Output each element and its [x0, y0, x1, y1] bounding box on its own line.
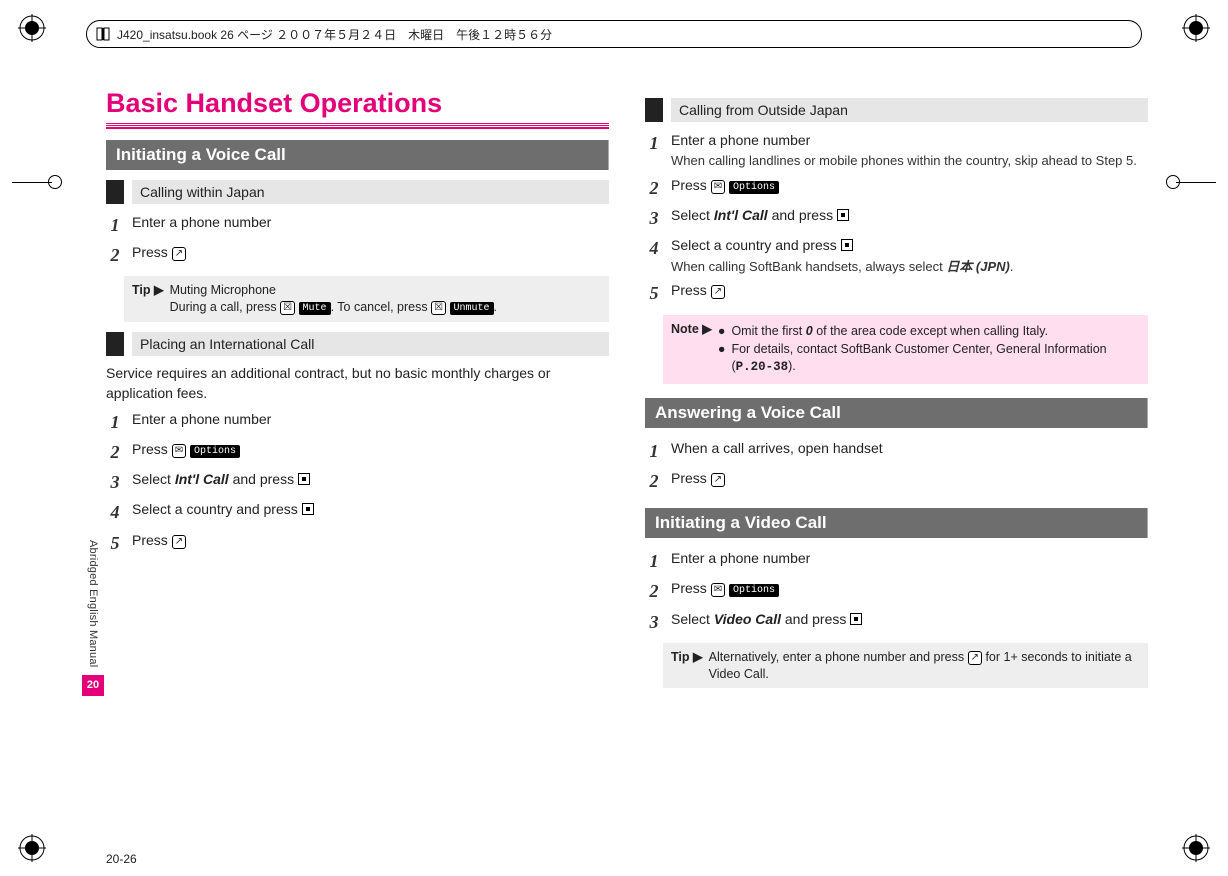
call-key-icon: ↗ — [172, 535, 186, 549]
center-key-icon — [298, 473, 310, 485]
step: 4 Select a country and press When callin… — [645, 235, 1148, 276]
step: 1Enter a phone number — [645, 548, 1148, 574]
options-label: Options — [729, 584, 779, 597]
reg-mark — [1182, 834, 1210, 862]
step: 1Enter a phone number — [106, 409, 609, 435]
center-key-icon — [837, 209, 849, 221]
book-icon — [95, 26, 111, 42]
step: 5Press ↗ — [106, 530, 609, 556]
crop-mark — [1166, 175, 1180, 189]
center-key-icon — [850, 613, 862, 625]
side-number: 20 — [82, 675, 104, 696]
print-header: J420_insatsu.book 26 ページ ２００７年５月２４日 木曜日 … — [86, 20, 1142, 48]
mail-key-icon: ✉ — [172, 444, 186, 458]
section-voice-call: Initiating a Voice Call — [106, 140, 609, 170]
tip-box: Tip ▶ Muting Microphone During a call, p… — [124, 276, 609, 322]
side-tab: Abridged English Manual 20 — [80, 88, 106, 836]
step: 1When a call arrives, open handset — [645, 438, 1148, 464]
options-label: Options — [729, 181, 779, 194]
step: 1 Enter a phone number When calling land… — [645, 130, 1148, 171]
mute-label: Mute — [299, 302, 331, 315]
unmute-label: Unmute — [450, 302, 494, 315]
sub-outside-japan: Calling from Outside Japan — [645, 98, 1148, 122]
call-key-icon: ↗ — [711, 285, 725, 299]
center-key-icon — [841, 239, 853, 251]
soft-key-icon: ☒ — [431, 301, 446, 315]
crop-mark — [1176, 182, 1216, 183]
left-column: Basic Handset Operations Initiating a Vo… — [106, 88, 609, 836]
chapter-title: Basic Handset Operations — [106, 88, 609, 126]
sub-within-japan: Calling within Japan — [106, 180, 609, 204]
step: 5Press ↗ — [645, 280, 1148, 306]
step: 2Press ✉ Options — [645, 175, 1148, 201]
print-header-text: J420_insatsu.book 26 ページ ２００７年５月２４日 木曜日 … — [117, 26, 552, 43]
call-key-icon: ↗ — [711, 473, 725, 487]
step: 4Select a country and press — [106, 499, 609, 525]
section-video-call: Initiating a Video Call — [645, 508, 1148, 538]
crop-mark — [12, 182, 52, 183]
reg-mark — [18, 14, 46, 42]
step: 2Press ↗ — [645, 468, 1148, 494]
call-key-icon: ↗ — [968, 651, 982, 665]
step: 2Press ✉ Options — [106, 439, 609, 465]
call-key-icon: ↗ — [172, 247, 186, 261]
crop-mark — [48, 175, 62, 189]
reg-mark — [1182, 14, 1210, 42]
step: 1 Enter a phone number — [106, 212, 609, 238]
mail-key-icon: ✉ — [711, 180, 725, 194]
tip-box: Tip ▶ Alternatively, enter a phone numbe… — [663, 643, 1148, 689]
right-column: Calling from Outside Japan 1 Enter a pho… — [645, 88, 1148, 836]
step: 3Select Int'l Call and press — [645, 205, 1148, 231]
soft-key-icon: ☒ — [280, 301, 295, 315]
mail-key-icon: ✉ — [711, 583, 725, 597]
note-box: Note ▶ ●Omit the first 0 of the area cod… — [663, 315, 1148, 385]
step: 2 Press ↗ — [106, 242, 609, 268]
step: 3Select Int'l Call and press — [106, 469, 609, 495]
step: 3Select Video Call and press — [645, 609, 1148, 635]
center-key-icon — [302, 503, 314, 515]
side-label: Abridged English Manual — [87, 540, 99, 667]
sub-intl: Placing an International Call — [106, 332, 609, 356]
options-label: Options — [190, 445, 240, 458]
reg-mark — [18, 834, 46, 862]
step: 2Press ✉ Options — [645, 578, 1148, 604]
intl-note: Service requires an additional contract,… — [106, 364, 609, 403]
section-answer-call: Answering a Voice Call — [645, 398, 1148, 428]
page-number: 20-26 — [106, 852, 137, 866]
